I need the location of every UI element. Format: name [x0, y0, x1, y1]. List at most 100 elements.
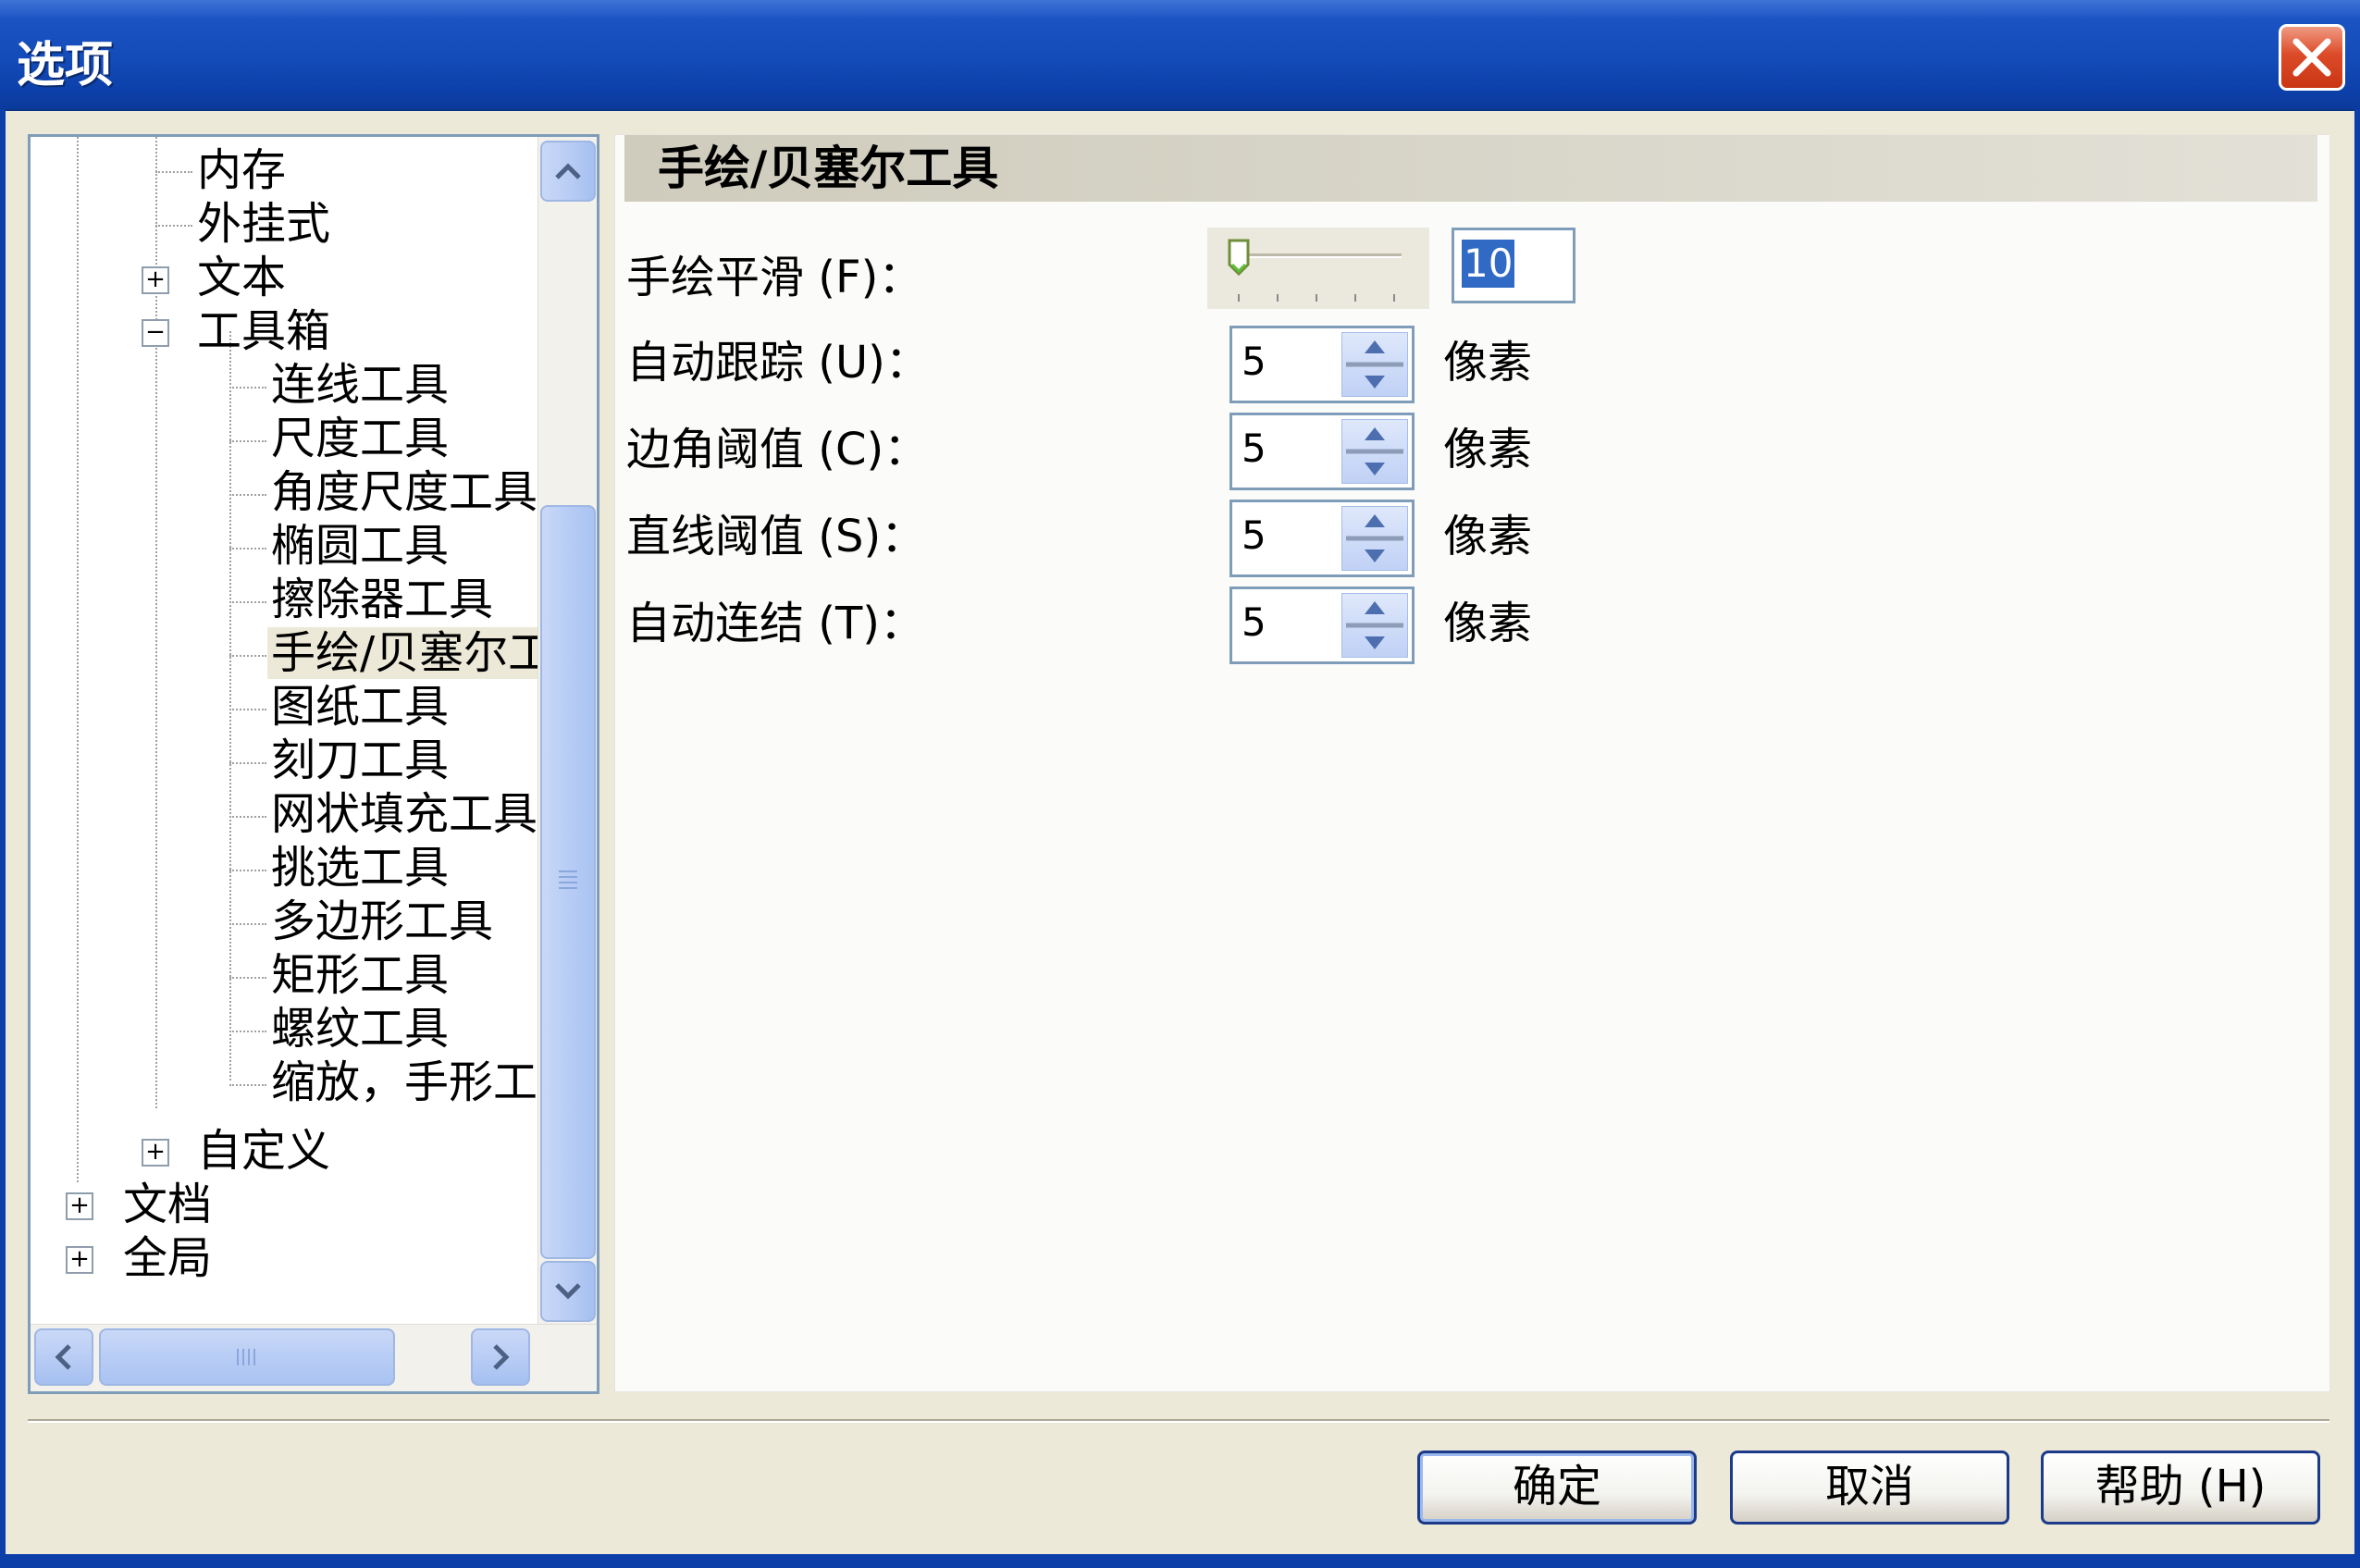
tree-line	[229, 440, 266, 442]
tree-line	[229, 331, 231, 1080]
settings-panel: 手绘/贝塞尔工具 手绘平滑 (F)： 10 自动跟踪 (U)： 5 像素 边角阈…	[614, 134, 2330, 1392]
tree-item-connector-tool[interactable]: 连线工具	[271, 359, 449, 411]
tree-line	[229, 709, 266, 710]
tree-expander-plus[interactable]: +	[66, 1192, 93, 1220]
tree-line	[229, 977, 266, 979]
tree-line	[229, 601, 266, 603]
slider-thumb[interactable]	[1228, 239, 1250, 277]
freehand-smoothing-label: 手绘平滑 (F)：	[626, 252, 923, 303]
spin-arrows-icon	[1346, 514, 1403, 562]
tree-item-toolbox[interactable]: 工具箱	[197, 305, 330, 357]
spin-arrows-icon	[1346, 340, 1403, 389]
tree-item-plugins[interactable]: 外挂式	[197, 198, 330, 250]
corner-threshold-label: 边角阈值 (C)：	[626, 424, 929, 475]
tree-line	[229, 816, 266, 818]
grip-icon	[559, 870, 577, 889]
tree-line	[155, 225, 192, 227]
tree-horizontal-scrollbar[interactable]	[31, 1324, 597, 1391]
spin-arrows-icon	[1346, 427, 1403, 475]
tree-line	[229, 494, 266, 496]
tree-expander-minus[interactable]: −	[142, 319, 169, 347]
section-title: 手绘/贝塞尔工具	[658, 142, 999, 195]
window-title: 选项	[17, 38, 114, 93]
tree-expander-plus[interactable]: +	[142, 1139, 169, 1167]
chevron-left-icon	[55, 1344, 71, 1370]
tree-content: + − + + + 内存 外挂式 文本 工具箱 连线工具 尺度工具 角度尺度工具…	[31, 137, 537, 1321]
divider	[28, 1419, 2329, 1423]
auto-join-spin-buttons[interactable]	[1341, 593, 1408, 658]
scroll-left-button[interactable]	[34, 1328, 93, 1386]
tree-line	[229, 1031, 266, 1032]
tree-line	[229, 548, 266, 549]
tree-item-rectangle-tool[interactable]: 矩形工具	[271, 949, 449, 1001]
tree-item-spiral-tool[interactable]: 螺纹工具	[271, 1003, 449, 1055]
freehand-smoothing-value: 10	[1462, 240, 1515, 288]
chevron-up-icon	[555, 163, 581, 179]
tree-line	[229, 762, 266, 764]
help-button[interactable]: 帮助 (H)	[2041, 1451, 2320, 1525]
straight-line-threshold-spin-buttons[interactable]	[1341, 506, 1408, 571]
tree-expander-plus[interactable]: +	[142, 266, 169, 294]
tree-item-dimension-tool[interactable]: 尺度工具	[271, 413, 449, 464]
auto-trace-unit: 像素	[1443, 337, 1533, 389]
horizontal-scroll-thumb[interactable]	[99, 1328, 395, 1386]
close-icon	[2292, 38, 2331, 77]
straight-line-threshold-label: 直线阈值 (S)：	[626, 511, 926, 562]
tree-item-polygon-tool[interactable]: 多边形工具	[271, 895, 493, 947]
tree-item-pick-tool[interactable]: 挑选工具	[271, 842, 449, 894]
auto-join-stepper[interactable]: 5	[1229, 586, 1415, 664]
freehand-smoothing-value-field[interactable]: 10	[1452, 228, 1575, 303]
corner-threshold-unit: 像素	[1443, 424, 1533, 475]
options-tree[interactable]: + − + + + 内存 外挂式 文本 工具箱 连线工具 尺度工具 角度尺度工具…	[28, 134, 599, 1394]
tree-item-ellipse-tool[interactable]: 椭圆工具	[271, 520, 449, 572]
chevron-down-icon	[555, 1283, 581, 1300]
corner-threshold-stepper[interactable]: 5	[1229, 413, 1415, 490]
scroll-down-button[interactable]	[540, 1261, 596, 1322]
tree-vertical-scrollbar[interactable]	[537, 137, 597, 1324]
window-frame-left	[0, 109, 6, 1568]
ok-button[interactable]: 确定	[1417, 1451, 1697, 1525]
freehand-smoothing-slider[interactable]	[1207, 228, 1429, 309]
straight-line-threshold-unit: 像素	[1443, 511, 1533, 562]
scroll-right-button[interactable]	[471, 1328, 530, 1386]
tree-line	[229, 923, 266, 925]
tree-item-mesh-fill-tool[interactable]: 网状填充工具	[271, 788, 537, 840]
tree-line	[229, 655, 266, 657]
chevron-right-icon	[493, 1344, 510, 1370]
tree-line	[77, 137, 79, 1182]
tree-item-angular-dimension-tool[interactable]: 角度尺度工具	[271, 466, 537, 518]
tree-line	[229, 1084, 266, 1086]
tree-item-document[interactable]: 文档	[123, 1179, 212, 1230]
tree-item-knife-tool[interactable]: 刻刀工具	[271, 735, 449, 786]
tree-item-freehand-bezier-tool[interactable]: 手绘/贝塞尔工具	[267, 627, 537, 679]
auto-trace-spin-buttons[interactable]	[1341, 332, 1408, 397]
section-header: 手绘/贝塞尔工具	[624, 135, 2317, 202]
window-frame-right	[2354, 109, 2360, 1568]
tree-expander-plus[interactable]: +	[66, 1246, 93, 1274]
straight-line-threshold-stepper[interactable]: 5	[1229, 500, 1415, 577]
grip-icon	[237, 1349, 255, 1365]
corner-threshold-spin-buttons[interactable]	[1341, 419, 1408, 484]
scroll-up-button[interactable]	[540, 141, 596, 202]
straight-line-threshold-value: 5	[1242, 512, 1266, 558]
auto-trace-label: 自动跟踪 (U)：	[626, 337, 930, 389]
cancel-button[interactable]: 取消	[1730, 1451, 2009, 1525]
tree-item-memory[interactable]: 内存	[197, 144, 286, 196]
vertical-scroll-thumb[interactable]	[540, 505, 596, 1259]
slider-track	[1228, 239, 1402, 302]
close-button[interactable]	[2279, 24, 2345, 91]
auto-trace-stepper[interactable]: 5	[1229, 326, 1415, 403]
auto-join-label: 自动连结 (T)：	[626, 598, 925, 649]
tree-item-zoom-hand-tool[interactable]: 缩放，手形工具	[271, 1056, 537, 1108]
tree-item-global[interactable]: 全局	[123, 1232, 212, 1284]
tree-item-graph-paper-tool[interactable]: 图纸工具	[271, 681, 449, 733]
tree-item-customization[interactable]: 自定义	[197, 1125, 330, 1177]
title-bar: 选项	[0, 0, 2360, 111]
corner-threshold-value: 5	[1242, 426, 1266, 471]
tree-item-text[interactable]: 文本	[197, 252, 286, 303]
tree-line	[155, 171, 192, 173]
auto-join-unit: 像素	[1443, 598, 1533, 649]
window-frame-bottom	[0, 1554, 2360, 1568]
tree-item-eraser-tool[interactable]: 擦除器工具	[271, 574, 493, 625]
tree-line	[229, 387, 266, 389]
